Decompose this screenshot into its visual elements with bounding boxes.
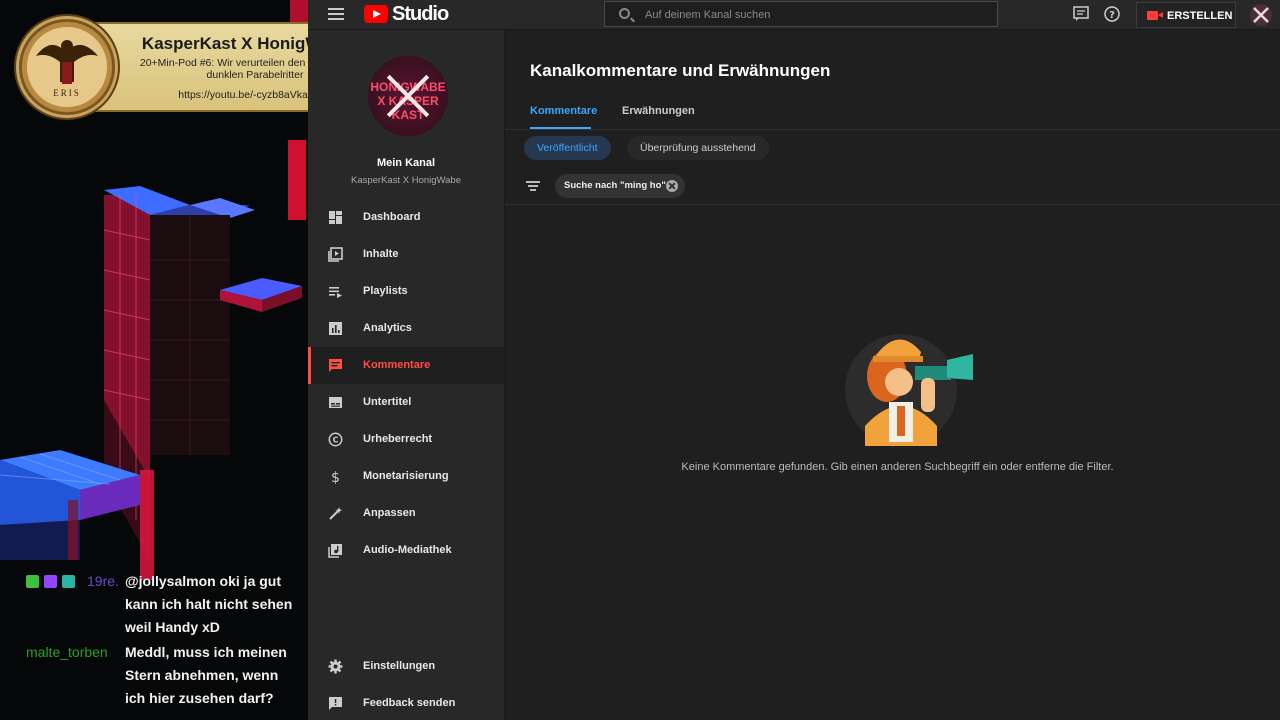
content-icon bbox=[328, 247, 343, 262]
sidebar-item-label: Playlists bbox=[363, 285, 408, 297]
audio-library-icon bbox=[328, 544, 342, 558]
badge-icon bbox=[26, 575, 39, 588]
chat-message-line: kann ich halt nicht sehen bbox=[125, 596, 293, 612]
sidebar-item-label: Audio-Mediathek bbox=[363, 544, 452, 556]
hamburger-menu-icon[interactable] bbox=[328, 8, 344, 20]
chat-message-line: Meddl, muss ich meinen bbox=[125, 644, 287, 660]
sidebar-item-anpassen[interactable]: Anpassen bbox=[308, 495, 504, 532]
sidebar-item-label: Feedback senden bbox=[363, 697, 456, 709]
chat-message-line: Stern abnehmen, wenn bbox=[125, 667, 279, 683]
gear-icon bbox=[328, 659, 343, 674]
chat-username: 19re. bbox=[87, 573, 119, 589]
sidebar-item-label: Monetarisierung bbox=[363, 470, 449, 482]
subtitles-icon bbox=[329, 397, 342, 408]
help-icon[interactable]: ? bbox=[1104, 6, 1120, 22]
channel-title: Mein Kanal bbox=[376, 157, 436, 169]
sidebar-item-urheberrecht[interactable]: C Urheberrecht bbox=[308, 421, 504, 458]
sidebar-item-feedback[interactable]: Feedback senden bbox=[308, 685, 504, 720]
dashboard-icon bbox=[329, 211, 342, 224]
filter-chip-label: Suche nach "ming ho" bbox=[564, 180, 666, 191]
create-button-label: ERSTELLEN bbox=[1167, 10, 1233, 22]
channel-search-input[interactable]: Auf deinem Kanal suchen bbox=[604, 1, 998, 27]
chat-message-line: ich hier zusehen darf? bbox=[125, 690, 274, 706]
dollar-icon: $ bbox=[331, 470, 340, 484]
star-badge-icon bbox=[44, 575, 57, 588]
sidebar-item-label: Untertitel bbox=[363, 396, 412, 408]
empty-state-message: Keine Kommentare gefunden. Gib einen and… bbox=[681, 461, 1114, 473]
chip-ueberpruefung-ausstehend[interactable]: Überprüfung ausstehend bbox=[627, 136, 769, 160]
search-placeholder: Auf deinem Kanal suchen bbox=[645, 9, 771, 21]
magic-wand-icon bbox=[329, 507, 343, 520]
sidebar-item-label: Analytics bbox=[363, 322, 412, 334]
tab-kommentare[interactable]: Kommentare bbox=[530, 105, 597, 117]
sidebar-item-monetarisierung[interactable]: $ Monetarisierung bbox=[308, 458, 504, 495]
divider bbox=[505, 204, 1280, 205]
feedback-icon bbox=[329, 697, 342, 710]
detective-illustration bbox=[845, 334, 973, 446]
sidebar-item-untertitel[interactable]: Untertitel bbox=[308, 384, 504, 421]
studio-sidebar: HONIGWABE X KASPER KAST Mein Kanal Kaspe… bbox=[308, 30, 505, 720]
comments-main-panel: Kanalkommentare und Erwähnungen Kommenta… bbox=[505, 30, 1280, 720]
account-avatar[interactable] bbox=[1250, 4, 1272, 26]
search-filter-chip[interactable]: Suche nach "ming ho" bbox=[555, 174, 685, 198]
svg-text:C: C bbox=[333, 436, 339, 445]
comments-icon bbox=[329, 359, 342, 372]
avatar-x-icon bbox=[1253, 7, 1269, 23]
sidebar-item-label: Urheberrecht bbox=[363, 433, 433, 445]
sidebar-item-analytics[interactable]: Analytics bbox=[308, 310, 504, 347]
sidebar-item-einstellungen[interactable]: Einstellungen bbox=[308, 648, 504, 685]
eris-figure-icon bbox=[36, 40, 98, 84]
sidebar-item-playlists[interactable]: Playlists bbox=[308, 273, 504, 310]
copyright-icon: C bbox=[328, 432, 343, 447]
page-title: Kanalkommentare und Erwähnungen bbox=[530, 61, 831, 80]
sidebar-item-dashboard[interactable]: Dashboard bbox=[308, 199, 504, 236]
tab-erwaehnungen[interactable]: Erwähnungen bbox=[622, 105, 695, 117]
sidebar-item-inhalte[interactable]: Inhalte bbox=[308, 236, 504, 273]
sidebar-item-label: Inhalte bbox=[363, 248, 399, 260]
chat-message-line: weil Handy xD bbox=[125, 619, 220, 635]
video-camera-icon bbox=[1147, 11, 1163, 20]
close-icon[interactable] bbox=[666, 180, 678, 192]
create-button[interactable]: ERSTELLEN bbox=[1136, 2, 1236, 28]
svg-text:$: $ bbox=[331, 470, 340, 484]
shield-badge-icon bbox=[62, 575, 75, 588]
filter-icon[interactable] bbox=[526, 181, 540, 191]
medal-text: ERIS bbox=[53, 88, 81, 98]
chat-message-line: @jollysalmon oki ja gut bbox=[125, 573, 282, 589]
sidebar-item-label: Dashboard bbox=[363, 211, 421, 223]
channel-name: KasperKast X HonigWabe bbox=[350, 175, 461, 186]
chip-veroeffentlicht[interactable]: Veröffentlicht bbox=[524, 136, 611, 160]
analytics-icon bbox=[329, 322, 342, 335]
messages-icon[interactable] bbox=[1073, 6, 1089, 22]
svg-text:?: ? bbox=[1109, 10, 1115, 21]
studio-logo-text[interactable]: Studio bbox=[392, 3, 449, 26]
sidebar-item-label: Einstellungen bbox=[363, 660, 436, 672]
sidebar-item-audio-mediathek[interactable]: Audio-Mediathek bbox=[308, 532, 504, 569]
channel-avatar-text: HONIGWABE X KASPER KAST bbox=[370, 80, 446, 122]
divider bbox=[505, 129, 1280, 130]
channel-avatar[interactable]: HONIGWABE X KASPER KAST bbox=[368, 56, 448, 136]
sidebar-item-kommentare[interactable]: Kommentare bbox=[308, 347, 504, 384]
sidebar-item-label: Kommentare bbox=[363, 359, 431, 371]
youtube-logo-icon[interactable] bbox=[364, 5, 388, 23]
search-icon bbox=[619, 8, 630, 19]
chat-username: malte_torben bbox=[26, 644, 108, 660]
playlist-icon bbox=[329, 287, 342, 298]
studio-top-bar: Studio Auf deinem Kanal suchen ? ERSTELL… bbox=[308, 0, 1280, 30]
sidebar-item-label: Anpassen bbox=[363, 507, 416, 519]
eris-medal-logo: ERIS bbox=[14, 14, 120, 120]
